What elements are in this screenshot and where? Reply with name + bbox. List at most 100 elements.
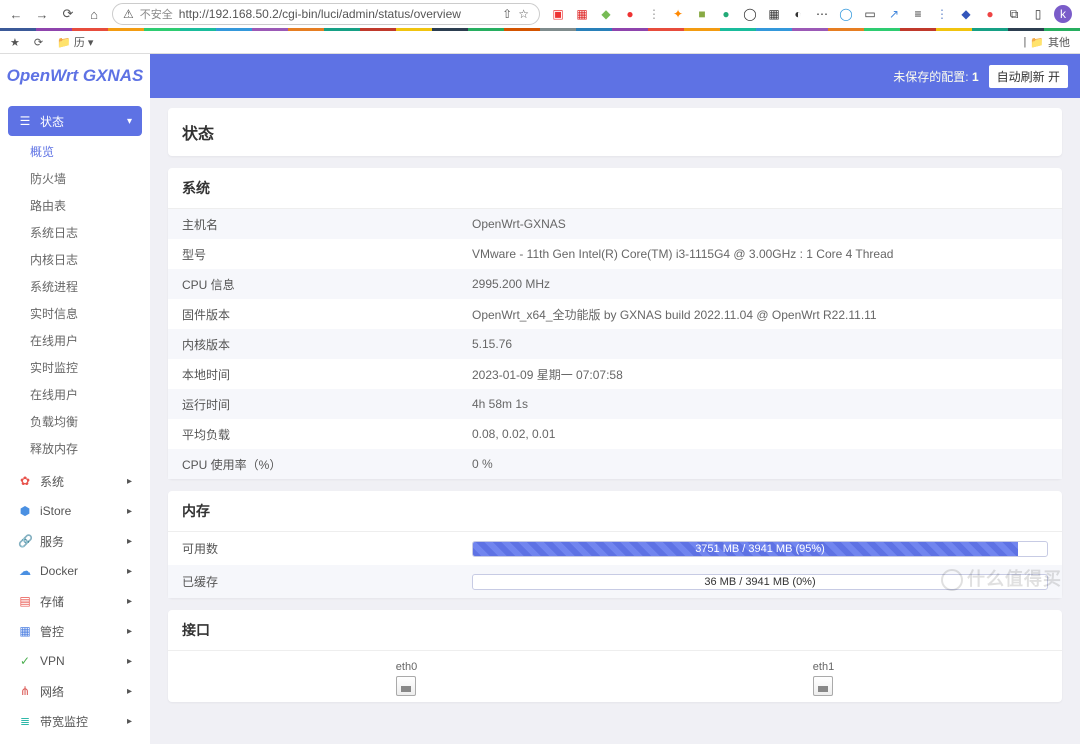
ext-icon[interactable]: ● (622, 6, 638, 22)
page-title-card: 状态 (168, 108, 1062, 156)
sidebar-item-control[interactable]: ▦管控▸ (8, 616, 142, 646)
chevron-icon: ▸ (127, 506, 132, 517)
sidebar-item-docker[interactable]: ☁Docker▸ (8, 556, 142, 586)
bookmark-folder[interactable]: 📁 历 ▾ (57, 34, 93, 50)
sidebar-sub-item[interactable]: 负载均衡 (8, 408, 142, 435)
info-row: 型号VMware - 11th Gen Intel(R) Core(TM) i3… (168, 239, 1062, 269)
memory-label: 可用数 (182, 540, 472, 557)
app-header: OpenWrt GXNAS 未保存的配置: 1 自动刷新 开 (0, 54, 1080, 98)
nav-back-icon[interactable]: ← (8, 6, 24, 22)
ext-icon[interactable]: ▯ (1030, 6, 1046, 22)
sidebar-item-status[interactable]: ☰状态▾ (8, 106, 142, 136)
nav-forward-icon[interactable]: → (34, 6, 50, 22)
chevron-icon: ▸ (127, 656, 132, 667)
interface-item[interactable]: eth0 (396, 661, 417, 696)
ext-icon[interactable]: ◯ (838, 6, 854, 22)
url-bar[interactable]: ⚠ 不安全 http://192.168.50.2/cgi-bin/luci/a… (112, 3, 540, 25)
logo[interactable]: OpenWrt GXNAS (0, 66, 150, 86)
sidebar-sub-item[interactable]: 在线用户 (8, 327, 142, 354)
browser-chrome: ← → ⟳ ⌂ ⚠ 不安全 http://192.168.50.2/cgi-bi… (0, 0, 1080, 54)
ext-icon[interactable]: ◆ (598, 6, 614, 22)
nav-reload-icon[interactable]: ⟳ (60, 6, 76, 22)
sidebar-sub-item[interactable]: 实时信息 (8, 300, 142, 327)
sidebar-item-istore[interactable]: ⬢iStore▸ (8, 496, 142, 526)
sidebar-item-services[interactable]: 🔗服务▸ (8, 526, 142, 556)
sidebar-item-label: 带宽监控 (40, 713, 88, 730)
sidebar-item-label: iStore (40, 504, 71, 518)
ext-icon[interactable]: ▭ (862, 6, 878, 22)
sidebar-item-vpn[interactable]: ✓VPN▸ (8, 646, 142, 676)
sidebar-sub-item[interactable]: 系统日志 (8, 219, 142, 246)
chevron-icon: ▾ (127, 116, 132, 127)
unsaved-config[interactable]: 未保存的配置: 1 (893, 68, 978, 85)
sidebar-sub-item[interactable]: 概览 (8, 138, 142, 165)
bookmark-item[interactable]: ★ (10, 36, 20, 49)
system-section-title: 系统 (168, 168, 1062, 209)
ext-icon[interactable]: ▦ (766, 6, 782, 22)
bookmarks-bar: ★ ⟳ 📁 历 ▾ | 📁 其他 (0, 31, 1080, 53)
ext-icon[interactable]: ▦ (574, 6, 590, 22)
sidebar-sub-item[interactable]: 实时监控 (8, 354, 142, 381)
interface-item[interactable]: eth1 (813, 661, 834, 696)
network-icon: ⋔ (18, 684, 32, 698)
info-row: 平均负载0.08, 0.02, 0.01 (168, 419, 1062, 449)
main-content: 状态 系统 主机名OpenWrt-GXNAS型号VMware - 11th Ge… (150, 98, 1080, 744)
interface-name: eth1 (813, 661, 834, 673)
color-strip (0, 28, 1080, 31)
info-label: CPU 使用率（%） (182, 456, 472, 473)
page-title: 状态 (168, 108, 1062, 156)
info-label: 主机名 (182, 216, 472, 233)
memory-card: 内存 可用数3751 MB / 3941 MB (95%)已缓存36 MB / … (168, 491, 1062, 598)
sidebar-item-storage[interactable]: ▤存储▸ (8, 586, 142, 616)
vpn-icon: ✓ (18, 654, 32, 668)
ext-icon[interactable]: ⋯ (814, 6, 830, 22)
sidebar: ☰状态▾概览防火墙路由表系统日志内核日志系统进程实时信息在线用户实时监控在线用户… (0, 98, 150, 744)
nav-home-icon[interactable]: ⌂ (86, 6, 102, 22)
sidebar-sub-item[interactable]: 防火墙 (8, 165, 142, 192)
memory-label: 已缓存 (182, 573, 472, 590)
info-value: 2023-01-09 星期一 07:07:58 (472, 366, 1048, 383)
info-row: CPU 信息2995.200 MHz (168, 269, 1062, 299)
ext-icon[interactable]: ⋮ (934, 6, 950, 22)
sidebar-sub-item[interactable]: 系统进程 (8, 273, 142, 300)
auto-refresh-button[interactable]: 自动刷新 开 (989, 65, 1068, 88)
sidebar-item-network[interactable]: ⋔网络▸ (8, 676, 142, 706)
ext-icon[interactable]: ◯ (742, 6, 758, 22)
ext-icon[interactable]: ■ (694, 6, 710, 22)
sidebar-item-system[interactable]: ✿系统▸ (8, 466, 142, 496)
memory-row: 可用数3751 MB / 3941 MB (95%) (168, 532, 1062, 565)
ext-icon[interactable]: ⧉ (1006, 6, 1022, 22)
info-row: 主机名OpenWrt-GXNAS (168, 209, 1062, 239)
share-icon[interactable]: ⇧ (502, 7, 512, 21)
ext-icon[interactable]: ⋮ (646, 6, 662, 22)
docker-icon: ☁ (18, 564, 32, 578)
star-icon[interactable]: ☆ (518, 7, 529, 21)
ext-icon[interactable]: ✦ (670, 6, 686, 22)
bookmark-item[interactable]: ⟳ (34, 36, 43, 49)
info-value: 0.08, 0.02, 0.01 (472, 427, 1048, 441)
ext-icon[interactable]: ◆ (958, 6, 974, 22)
ext-icon[interactable]: ↗ (886, 6, 902, 22)
ext-icon[interactable]: ▣ (550, 6, 566, 22)
ethernet-port-icon (813, 676, 833, 696)
ext-icon[interactable]: ≡ (910, 6, 926, 22)
insecure-icon: ⚠ (123, 7, 134, 21)
ext-icon[interactable]: ● (982, 6, 998, 22)
sidebar-sub-item[interactable]: 在线用户 (8, 381, 142, 408)
bookmarks-other[interactable]: | 📁 其他 (1023, 34, 1070, 50)
info-label: 本地时间 (182, 366, 472, 383)
progress-text: 36 MB / 3941 MB (0%) (473, 575, 1047, 589)
ext-icon[interactable]: ◐ (790, 6, 806, 22)
sidebar-item-label: 网络 (40, 683, 64, 700)
sidebar-sub-item[interactable]: 内核日志 (8, 246, 142, 273)
sidebar-item-label: 状态 (40, 113, 64, 130)
sidebar-item-bwmon[interactable]: ≣带宽监控▸ (8, 706, 142, 736)
info-value: 4h 58m 1s (472, 397, 1048, 411)
ext-icon[interactable]: ● (718, 6, 734, 22)
top-bar: 未保存的配置: 1 自动刷新 开 (150, 54, 1080, 98)
sidebar-sub-item[interactable]: 路由表 (8, 192, 142, 219)
sidebar-item-label: 系统 (40, 473, 64, 490)
info-row: CPU 使用率（%）0 % (168, 449, 1062, 479)
sidebar-sub-item[interactable]: 释放内存 (8, 435, 142, 462)
avatar-icon[interactable]: k (1054, 5, 1072, 23)
